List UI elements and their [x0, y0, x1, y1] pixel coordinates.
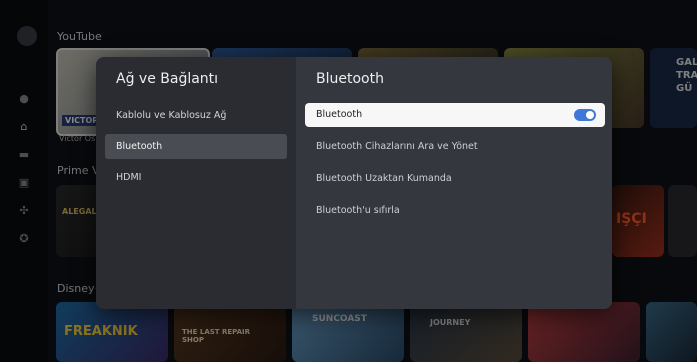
bluetooth-toggle-switch[interactable]: [574, 109, 596, 121]
pane-title-bluetooth: Bluetooth: [316, 71, 384, 87]
menu-item-bluetooth[interactable]: Bluetooth: [105, 134, 287, 159]
menu-item-search-devices[interactable]: Bluetooth Cihazlarını Ara ve Yönet: [305, 135, 605, 159]
pane-title-network: Ağ ve Bağlantı: [116, 71, 219, 87]
menu-item-wired-wireless[interactable]: Kablolu ve Kablosuz Ağ: [105, 103, 287, 128]
toggle-knob: [586, 111, 594, 119]
bluetooth-settings-pane: Bluetooth Bluetooth Bluetooth Cihazların…: [296, 57, 612, 309]
network-settings-dialog: Ağ ve Bağlantı Kablolu ve Kablosuz Ağ Bl…: [96, 57, 612, 309]
menu-item-bluetooth-remote[interactable]: Bluetooth Uzaktan Kumanda: [305, 167, 605, 191]
menu-item-reset-bluetooth[interactable]: Bluetooth'u sıfırla: [305, 199, 605, 223]
menu-item-hdmi[interactable]: HDMI: [105, 165, 287, 190]
settings-category-pane: Ağ ve Bağlantı Kablolu ve Kablosuz Ağ Bl…: [96, 57, 296, 309]
bluetooth-toggle-row[interactable]: Bluetooth: [305, 103, 605, 127]
bluetooth-toggle-label: Bluetooth: [316, 109, 363, 120]
